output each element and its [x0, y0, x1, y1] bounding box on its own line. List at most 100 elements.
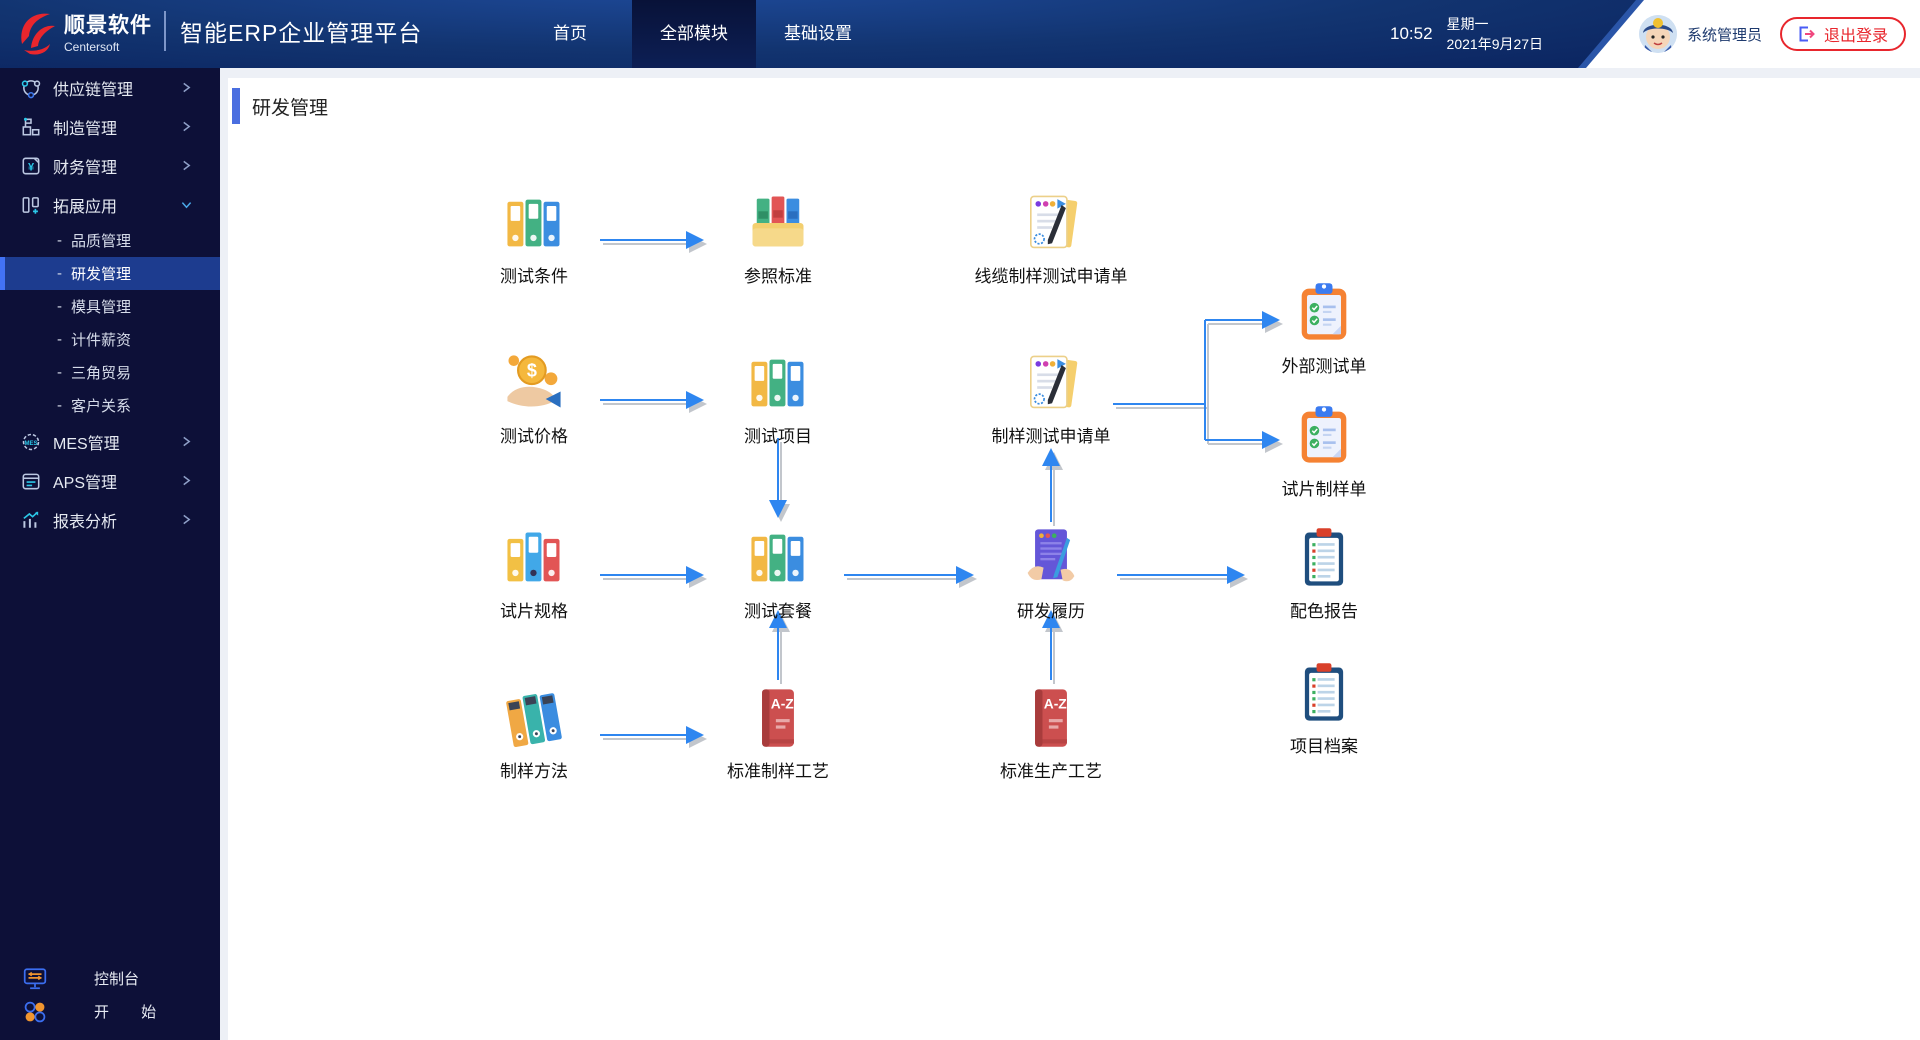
sidebar-item-label: 报表分析 [53, 508, 117, 532]
flow-node-label: 测试价格 [449, 422, 619, 447]
flow-node-standard-production-process[interactable]: 标准生产工艺 [966, 684, 1136, 782]
start-label: 开 始 [94, 1001, 170, 1022]
chevron-right-icon [181, 160, 192, 171]
mes-icon: MES [20, 431, 42, 453]
purple-document-icon [1017, 524, 1085, 592]
flow-node-label: 测试条件 [449, 262, 619, 287]
sidebar: 供应链管理 制造管理 ¥ 财务管理 [0, 68, 220, 1040]
report-icon [20, 509, 42, 531]
top-nav: 首页 全部模块 基础设置 [508, 0, 880, 68]
chevron-right-icon [181, 82, 192, 93]
coin-hand-icon [500, 349, 568, 417]
clock-weekday: 星期一 [1447, 14, 1544, 34]
brand-name: 顺景软件 [64, 9, 152, 39]
sidebar-subitem-quality[interactable]: 品质管理 [0, 224, 220, 257]
binders-icon [500, 524, 568, 592]
logout-icon [1798, 26, 1816, 42]
sidebar-item-expansion[interactable]: 拓展应用 [0, 185, 220, 224]
sidebar-item-aps[interactable]: APS管理 [0, 461, 220, 500]
flow-node-label: 配色报告 [1239, 597, 1409, 622]
flow-node-specimen-spec[interactable]: 试片规格 [449, 524, 619, 622]
svg-text:MES: MES [24, 440, 37, 446]
folders-icon [744, 189, 812, 257]
clipboard-orange-icon [1290, 402, 1358, 470]
console-icon [22, 966, 48, 992]
svg-text:¥: ¥ [28, 161, 35, 173]
sidebar-item-label: 财务管理 [53, 154, 117, 178]
sidebar-subitem-triangle-trade[interactable]: 三角贸易 [0, 356, 220, 389]
title-accent-bar [232, 88, 240, 124]
flow-node-label: 外部测试单 [1239, 352, 1409, 377]
flow-node-test-package[interactable]: 测试套餐 [693, 524, 863, 622]
avatar[interactable] [1639, 15, 1677, 53]
sidebar-subitem-rd[interactable]: 研发管理 [0, 257, 220, 290]
sidebar-item-reports[interactable]: 报表分析 [0, 500, 220, 539]
document-pen-icon [1017, 349, 1085, 417]
dictionary-book-icon [1017, 684, 1085, 752]
sidebar-item-label: APS管理 [53, 469, 117, 493]
main-content: 研发管理 [220, 68, 1920, 1040]
binders-icon [744, 349, 812, 417]
sidebar-item-label: MES管理 [53, 430, 120, 454]
console-button[interactable]: 控制台 [0, 962, 220, 995]
sidebar-subitem-piecework[interactable]: 计件薪资 [0, 323, 220, 356]
chevron-right-icon [181, 475, 192, 486]
brand-logo: 顺景软件 Centersoft 智能ERP企业管理平台 [14, 6, 422, 56]
flow-node-color-report[interactable]: 配色报告 [1239, 524, 1409, 622]
top-bar: 顺景软件 Centersoft 智能ERP企业管理平台 首页 全部模块 基础设置… [0, 0, 1920, 68]
avatar-image [1639, 15, 1677, 53]
expansion-icon [20, 194, 42, 216]
flow-node-reference-standard[interactable]: 参照标准 [693, 189, 863, 287]
flow-node-standard-sample-process[interactable]: 标准制样工艺 [693, 684, 863, 782]
logo-divider [164, 11, 166, 51]
flow-node-sample-method[interactable]: 制样方法 [449, 684, 619, 782]
sidebar-subitem-label: 模具管理 [71, 296, 131, 317]
sidebar-subitem-mold[interactable]: 模具管理 [0, 290, 220, 323]
flow-node-rd-history[interactable]: 研发履历 [966, 524, 1136, 622]
binders-icon [744, 524, 812, 592]
tab-basic-settings[interactable]: 基础设置 [756, 0, 880, 68]
aps-icon [20, 470, 42, 492]
user-name: 系统管理员 [1687, 24, 1762, 45]
flow-node-specimen-sample-order[interactable]: 试片制样单 [1239, 402, 1409, 500]
clock-time: 10:52 [1390, 24, 1433, 44]
flow-node-external-test-order[interactable]: 外部测试单 [1239, 279, 1409, 377]
chevron-right-icon [181, 514, 192, 525]
tab-all-modules[interactable]: 全部模块 [632, 0, 756, 68]
sidebar-item-mes[interactable]: MES MES管理 [0, 422, 220, 461]
flow-node-label: 研发履历 [966, 597, 1136, 622]
flow-node-project-archive[interactable]: 项目档案 [1239, 659, 1409, 757]
flow-node-test-items[interactable]: 测试项目 [693, 349, 863, 447]
brand-subtitle: Centersoft [64, 40, 152, 54]
flow-node-cable-sample-test-request[interactable]: 线缆制样测试申请单 [966, 189, 1136, 287]
finance-icon: ¥ [20, 155, 42, 177]
sidebar-subitem-label: 研发管理 [71, 263, 131, 284]
sidebar-item-label: 供应链管理 [53, 76, 133, 100]
logout-button[interactable]: 退出登录 [1780, 17, 1906, 51]
sidebar-subitem-label: 客户关系 [71, 395, 131, 416]
rd-management-panel: 研发管理 [228, 78, 1920, 1040]
manufacturing-icon [20, 116, 42, 138]
start-button[interactable]: 开 始 [0, 995, 220, 1028]
flow-node-sample-test-request[interactable]: 制样测试申请单 [966, 349, 1136, 447]
app-title: 智能ERP企业管理平台 [180, 14, 422, 48]
clock: 10:52 星期一 2021年9月27日 [1390, 0, 1543, 68]
flow-node-label: 试片规格 [449, 597, 619, 622]
flow-node-label: 测试项目 [693, 422, 863, 447]
flow-node-label: 制样测试申请单 [966, 422, 1136, 447]
flow-node-test-conditions[interactable]: 测试条件 [449, 189, 619, 287]
chevron-down-icon [181, 199, 192, 210]
sidebar-item-finance[interactable]: ¥ 财务管理 [0, 146, 220, 185]
sidebar-item-manufacturing[interactable]: 制造管理 [0, 107, 220, 146]
flow-node-test-price[interactable]: 测试价格 [449, 349, 619, 447]
chevron-right-icon [181, 436, 192, 447]
flow-node-label: 线缆制样测试申请单 [966, 262, 1136, 287]
start-icon [22, 999, 48, 1025]
sidebar-subitem-crm[interactable]: 客户关系 [0, 389, 220, 422]
sidebar-subitem-label: 品质管理 [71, 230, 131, 251]
sidebar-item-supply-chain[interactable]: 供应链管理 [0, 68, 220, 107]
flow-node-label: 标准制样工艺 [693, 757, 863, 782]
console-label: 控制台 [94, 968, 139, 989]
tab-home[interactable]: 首页 [508, 0, 632, 68]
sidebar-subitem-label: 三角贸易 [71, 362, 131, 383]
